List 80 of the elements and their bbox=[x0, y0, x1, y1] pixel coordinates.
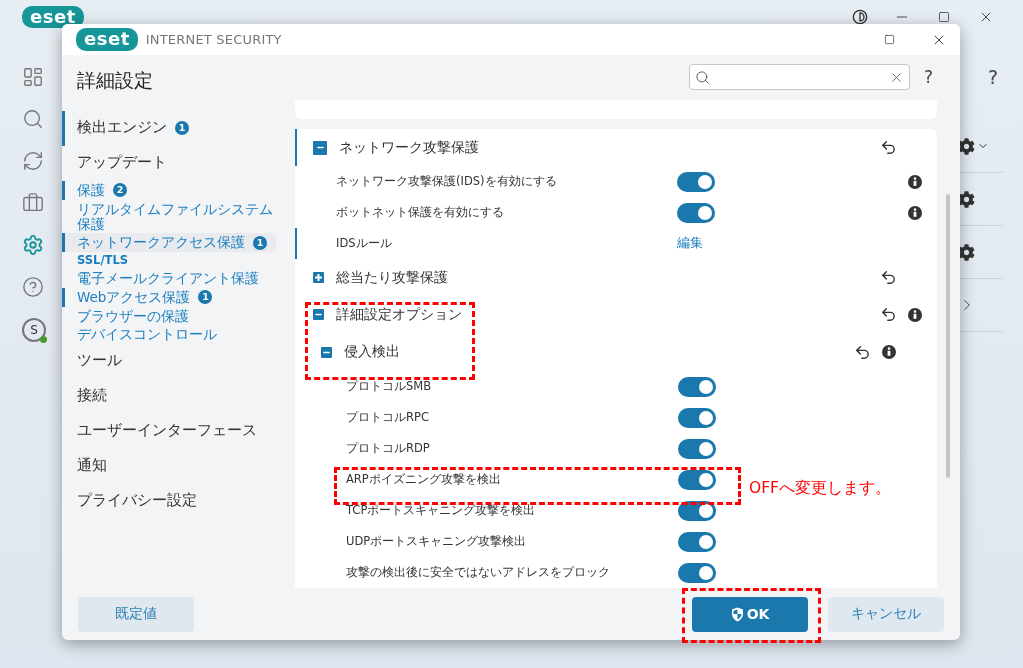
info-icon[interactable] bbox=[882, 345, 896, 359]
section-title: 詳細設定オプション bbox=[336, 305, 462, 324]
user-avatar[interactable]: S bbox=[22, 318, 46, 342]
toggle-switch[interactable] bbox=[678, 376, 716, 397]
settings-icon[interactable] bbox=[958, 190, 975, 208]
toggle-switch[interactable] bbox=[678, 562, 716, 583]
search-icon bbox=[695, 69, 710, 85]
scrollbar[interactable] bbox=[946, 194, 950, 478]
default-button[interactable]: 既定値 bbox=[78, 596, 194, 632]
count-badge: 2 bbox=[113, 183, 127, 198]
maximize-icon[interactable] bbox=[938, 11, 950, 23]
settings-icon[interactable] bbox=[958, 137, 975, 155]
sidebar-item[interactable]: プライバシー設定 bbox=[62, 484, 290, 519]
sidebar-item[interactable]: 保護 2 bbox=[62, 180, 290, 200]
setting-label: プロトコルRPC bbox=[346, 410, 430, 425]
setting-label: 攻撃の検出後に安全ではないアドレスをブロック bbox=[346, 565, 611, 580]
sidebar-item[interactable]: 電子メールクライアント保護 bbox=[62, 268, 290, 288]
setting-label: プロトコルRDP bbox=[346, 441, 431, 456]
sidebar-item[interactable]: SSL/TLS bbox=[62, 252, 290, 269]
setting-label: ネットワーク攻撃保護(IDS)を有効にする bbox=[336, 174, 558, 189]
setting-label: プロトコルSMB bbox=[346, 379, 433, 394]
undo-icon[interactable] bbox=[880, 306, 897, 323]
shield-icon bbox=[730, 606, 744, 622]
sidebar-item[interactable]: デバイスコントロール bbox=[62, 325, 290, 345]
info-icon[interactable] bbox=[908, 205, 922, 220]
sidebar-item[interactable]: リアルタイムファイルシステム保護 bbox=[62, 199, 290, 234]
undo-icon[interactable] bbox=[880, 269, 897, 286]
briefcase-icon[interactable] bbox=[22, 192, 44, 214]
setting-label: UDPポートスキャニング攻撃検出 bbox=[346, 534, 528, 549]
dialog-title: 詳細設定 bbox=[76, 68, 154, 93]
setting-label: TCPポートスキャニング攻撃を検出 bbox=[346, 503, 537, 518]
cancel-button[interactable]: キャンセル bbox=[828, 596, 944, 632]
help-button[interactable]: ? bbox=[924, 67, 938, 87]
collapse-icon[interactable] bbox=[321, 346, 332, 358]
toggle-switch[interactable] bbox=[677, 202, 715, 223]
help-button[interactable]: ? bbox=[988, 66, 999, 88]
section-title: 侵入検出 bbox=[344, 343, 400, 361]
settings-icon[interactable] bbox=[958, 243, 975, 261]
collapse-icon[interactable] bbox=[313, 140, 327, 155]
setting-label: ARPポイズニング攻撃を検出 bbox=[346, 472, 502, 487]
dashboard-icon[interactable] bbox=[22, 66, 44, 88]
section-title: 総当たり攻撃保護 bbox=[336, 268, 448, 287]
toggle-switch[interactable] bbox=[678, 438, 716, 459]
section-title: ネットワーク攻撃保護 bbox=[339, 138, 479, 157]
undo-icon[interactable] bbox=[880, 139, 897, 156]
expand-icon[interactable] bbox=[313, 272, 324, 283]
search-field[interactable] bbox=[689, 64, 910, 90]
maximize-icon[interactable] bbox=[883, 34, 895, 45]
edit-link[interactable]: 編集 bbox=[677, 235, 703, 252]
setting-label: ボットネット保護を有効にする bbox=[336, 205, 505, 220]
ok-button[interactable]: OK bbox=[692, 596, 808, 632]
collapse-icon[interactable] bbox=[313, 309, 324, 320]
annotation-note: OFFへ変更します。 bbox=[749, 478, 892, 499]
sidebar-item[interactable]: アップデート bbox=[62, 145, 290, 181]
sidebar-item[interactable]: ツール bbox=[62, 344, 290, 380]
sidebar-item[interactable]: ユーザーインターフェース bbox=[62, 414, 290, 450]
setting-label: IDSルール bbox=[336, 236, 393, 251]
toggle-switch[interactable] bbox=[678, 469, 716, 490]
count-badge: 1 bbox=[198, 290, 213, 305]
sidebar-item[interactable]: Webアクセス保護 1 bbox=[62, 287, 290, 307]
eset-logo: eset bbox=[22, 5, 84, 29]
contrast-icon[interactable] bbox=[852, 9, 868, 25]
refresh-icon[interactable] bbox=[22, 150, 44, 172]
search-icon[interactable] bbox=[22, 108, 44, 130]
product-name: INTERNET SECURITY bbox=[145, 32, 282, 47]
help-icon[interactable] bbox=[22, 276, 44, 298]
count-badge: 1 bbox=[253, 235, 267, 250]
sidebar-item[interactable]: 検出エンジン 1 bbox=[62, 111, 290, 146]
count-badge: 1 bbox=[175, 120, 189, 135]
info-icon[interactable] bbox=[908, 174, 922, 189]
sidebar-item[interactable]: 通知 bbox=[62, 449, 290, 484]
toggle-switch[interactable] bbox=[678, 531, 716, 552]
info-icon[interactable] bbox=[908, 307, 922, 322]
sidebar-item[interactable]: ネットワークアクセス保護 1 bbox=[62, 233, 276, 253]
sidebar-item[interactable]: ブラウザーの保護 bbox=[62, 306, 290, 326]
sidebar-item[interactable]: 接続 bbox=[62, 379, 290, 415]
eset-logo: eset bbox=[76, 28, 138, 51]
undo-icon[interactable] bbox=[854, 343, 871, 361]
toggle-switch[interactable] bbox=[678, 407, 716, 428]
toggle-switch[interactable] bbox=[677, 171, 715, 192]
